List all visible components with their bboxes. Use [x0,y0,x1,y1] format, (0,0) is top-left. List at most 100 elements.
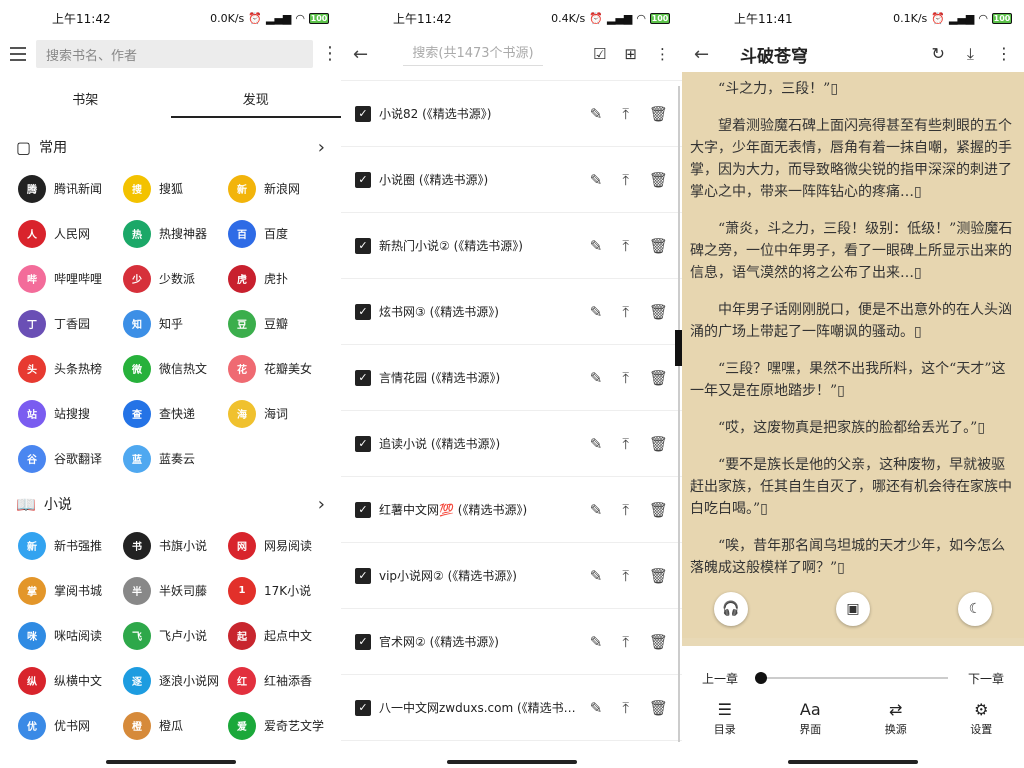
move-top-icon[interactable]: ⤒ [622,435,629,453]
source-item[interactable]: 咪咪咕阅读 [18,613,123,658]
source-item[interactable]: 优优书网 [18,703,123,748]
move-top-icon[interactable]: ⤒ [622,501,629,519]
source-item[interactable]: 蓝蓝奏云 [123,436,228,481]
more-icon[interactable]: ⋮ [655,45,670,63]
delete-icon[interactable]: 🗑 [649,105,668,123]
more-icon[interactable]: ⋮ [321,45,339,63]
edit-icon[interactable]: ✎ [590,303,603,321]
back-arrow-icon[interactable]: ← [694,44,724,65]
reader-tab-list[interactable]: ☰ 目录 [714,700,736,737]
home-indicator[interactable] [788,760,918,764]
source-item[interactable]: 人人民网 [18,211,123,256]
tab-discover[interactable]: 发现 [170,78,342,118]
prev-chapter-button[interactable]: 上一章 [702,670,738,687]
group-icon[interactable]: ⊞ [624,45,637,63]
delete-icon[interactable]: 🗑 [649,303,668,321]
section-header-common[interactable]: ▢ 常用 › [0,128,341,166]
source-row[interactable]: ✓ 新热门小说② (《精选书源》) ✎ ⤒ 🗑 [341,213,682,279]
source-row[interactable]: ✓ 追读小说 (《精选书源》) ✎ ⤒ 🗑 [341,411,682,477]
source-item[interactable]: 搜搜狐 [123,166,228,211]
source-item[interactable]: 橙橙瓜 [123,703,228,748]
refresh-icon[interactable]: ↻ [932,44,945,64]
edit-select-icon[interactable]: ☑ [593,45,606,63]
source-item[interactable]: 哔哔哩哔哩 [18,256,123,301]
source-item[interactable]: 飞飞卢小说 [123,613,228,658]
delete-icon[interactable]: 🗑 [649,435,668,453]
source-item[interactable]: 新新书强推 [18,523,123,568]
source-item[interactable]: 豆豆瓣 [228,301,338,346]
checkbox[interactable]: ✓ [355,633,371,650]
tab-bookshelf[interactable]: 书架 [0,78,171,118]
move-top-icon[interactable]: ⤒ [622,369,629,387]
edit-icon[interactable]: ✎ [590,171,603,189]
source-item[interactable]: 丁丁香园 [18,301,123,346]
source-item[interactable]: 半半妖司藤 [123,568,228,613]
source-row[interactable]: ✓ vip小说网② (《精选书源》) ✎ ⤒ 🗑 [341,543,682,609]
search-input[interactable]: 搜索书名、作者 [36,40,313,68]
move-top-icon[interactable]: ⤒ [622,105,629,123]
reader-content[interactable]: “斗之力，三段！”▯ 望着测验魔石碑上面闪亮得甚至有些刺眼的五个大字，少年面无表情… [682,72,1024,638]
source-item[interactable]: 起起点中文 [228,613,338,658]
edit-icon[interactable]: ✎ [590,633,603,651]
source-item[interactable]: 花花瓣美女 [228,346,338,391]
source-row[interactable]: ✓ 八一中文网zwduxs.com (《精选书源》) ✎ ⤒ 🗑 [341,675,682,741]
edit-icon[interactable]: ✎ [590,237,603,255]
checkbox[interactable]: ✓ [355,237,371,254]
edit-icon[interactable]: ✎ [590,369,603,387]
source-row[interactable]: ✓ 言情花园 (《精选书源》) ✎ ⤒ 🗑 [341,345,682,411]
checkbox[interactable]: ✓ [355,105,371,122]
chevron-right-icon[interactable]: › [318,494,325,515]
delete-icon[interactable]: 🗑 [649,237,668,255]
checkbox[interactable]: ✓ [355,699,371,716]
move-top-icon[interactable]: ⤒ [622,237,629,255]
source-item[interactable]: 腾腾讯新闻 [18,166,123,211]
source-item[interactable]: 掌掌阅书城 [18,568,123,613]
source-item[interactable]: 少少数派 [123,256,228,301]
edit-icon[interactable]: ✎ [590,435,603,453]
delete-icon[interactable]: 🗑 [649,633,668,651]
source-item[interactable]: 知知乎 [123,301,228,346]
source-item[interactable]: 逐逐浪小说网 [123,658,228,703]
edit-icon[interactable]: ✎ [590,699,603,717]
auto-page-icon[interactable]: ▣ [836,592,870,626]
source-row[interactable]: ✓ 小说82 (《精选书源》) ✎ ⤒ 🗑 [341,81,682,147]
move-top-icon[interactable]: ⤒ [622,567,629,585]
next-chapter-button[interactable]: 下一章 [968,670,1004,687]
source-row[interactable]: ✓ 炫书网③ (《精选书源》) ✎ ⤒ 🗑 [341,279,682,345]
chapter-progress-slider[interactable] [755,672,948,684]
source-item[interactable]: 热热搜神器 [123,211,228,256]
edit-icon[interactable]: ✎ [590,567,603,585]
move-top-icon[interactable]: ⤒ [622,699,629,717]
source-row[interactable]: ✓ 小说圈 (《精选书源》) ✎ ⤒ 🗑 [341,147,682,213]
reader-tab-font[interactable]: Aa 界面 [799,700,821,737]
download-icon[interactable]: ⤓ [967,44,974,64]
delete-icon[interactable]: 🗑 [649,501,668,519]
source-item[interactable]: 爱爱奇艺文学 [228,703,338,748]
section-header-novel[interactable]: 📖 小说 › [0,485,341,523]
delete-icon[interactable]: 🗑 [649,171,668,189]
reader-tab-settings[interactable]: ⚙ 设置 [970,700,992,737]
source-item[interactable]: 谷谷歌翻译 [18,436,123,481]
source-item[interactable]: 新新浪网 [228,166,338,211]
checkbox[interactable]: ✓ [355,303,371,320]
checkbox[interactable]: ✓ [355,369,371,386]
home-indicator[interactable] [446,760,577,764]
edit-icon[interactable]: ✎ [590,105,603,123]
source-item[interactable]: 头头条热榜 [18,346,123,391]
source-item[interactable]: 纵纵横中文 [18,658,123,703]
checkbox[interactable]: ✓ [355,435,371,452]
more-icon[interactable]: ⋮ [996,44,1012,64]
night-mode-icon[interactable]: ☾ [958,592,992,626]
source-item[interactable]: 查查快递 [123,391,228,436]
source-item[interactable]: 网网易阅读 [228,523,338,568]
checkbox[interactable]: ✓ [355,567,371,584]
source-item[interactable]: 微微信热文 [123,346,228,391]
source-search-input[interactable]: 搜索(共1473个书源) [403,42,543,66]
source-item[interactable]: 虎虎扑 [228,256,338,301]
home-indicator[interactable] [105,760,236,764]
source-row[interactable]: ✓ 官术网② (《精选书源》) ✎ ⤒ 🗑 [341,609,682,675]
chevron-right-icon[interactable]: › [318,137,325,158]
move-top-icon[interactable]: ⤒ [622,303,629,321]
source-row[interactable]: ✓ 红薯中文网💯 (《精选书源》) ✎ ⤒ 🗑 [341,477,682,543]
source-item[interactable]: 书书旗小说 [123,523,228,568]
